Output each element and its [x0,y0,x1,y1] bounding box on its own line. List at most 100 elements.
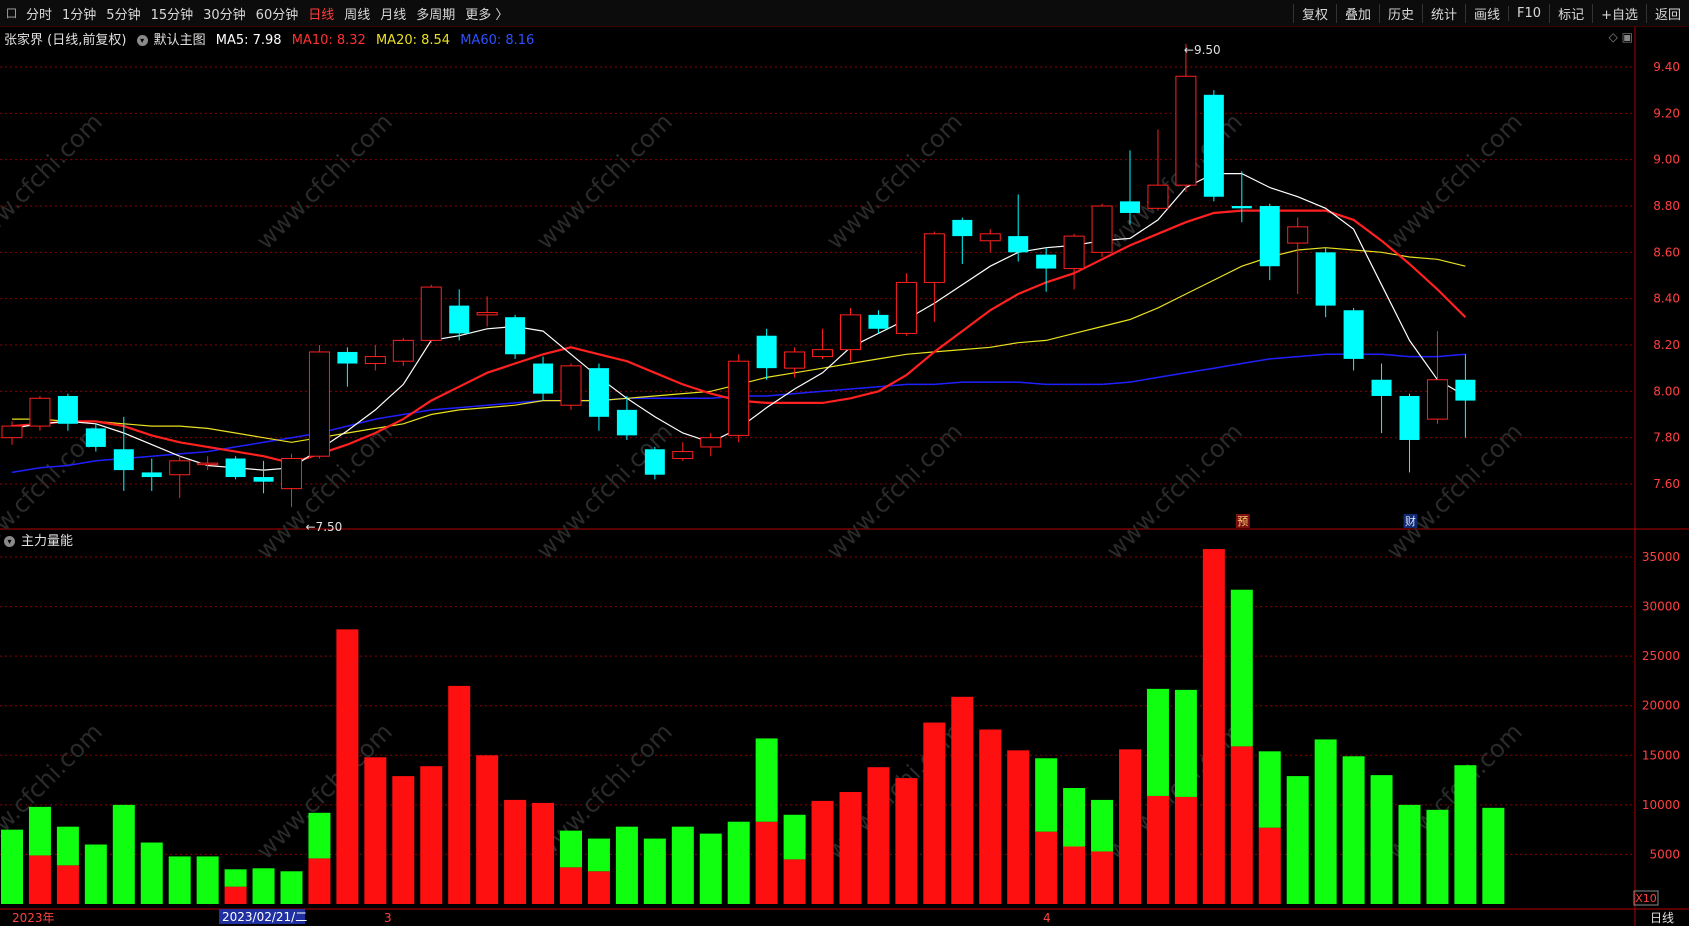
volume-bar-37 [1035,758,1058,904]
volume-bar-44 [1230,589,1253,904]
candle-body-27 [756,335,777,369]
volume-green-28 [783,814,806,860]
volume-tick-6: 35000 [1642,550,1680,564]
tool-button-3[interactable]: 统计 [1422,3,1465,23]
volume-bar-20 [560,830,582,904]
candle-body-25 [700,437,722,448]
price-tick-6: 8.80 [1653,199,1680,213]
candle-14 [392,338,414,366]
tool-button-8[interactable]: 返回 [1645,3,1689,23]
volume-bar-41 [1146,688,1169,904]
period-tab-9[interactable]: 多周期 [411,4,460,23]
candle-body-45 [1259,206,1280,267]
candle-38 [1063,233,1085,290]
candle-body-19 [533,363,554,394]
period-toolbar: ⼞ 分时 1分钟 5分钟 15分钟 30分钟 60分钟 日线 周线 月线 多周期 更多 〉 复权 叠加… [0,0,1689,27]
volume-green-1 [28,806,51,856]
volume-tick-4: 25000 [1642,649,1680,663]
volume-red-41 [1146,795,1169,904]
tool-button-1[interactable]: 叠加 [1335,3,1379,23]
volume-red-38 [1063,846,1086,904]
candle-body-35 [979,233,1001,242]
candle-29 [812,328,834,359]
volume-green-25 [699,833,722,904]
tool-button-2[interactable]: 历史 [1378,3,1422,23]
candle-17 [476,296,498,327]
candle-body-33 [923,233,945,283]
period-tab-3[interactable]: 15分钟 [146,4,199,23]
candle-35 [979,229,1001,253]
tool-button-4[interactable]: 画线 [1465,3,1508,23]
candle-body-18 [505,317,526,355]
back-arrow-icon[interactable]: ⼞ [0,5,21,21]
volume-green-42 [1174,689,1197,797]
volume-bar-9 [252,868,275,904]
watermark-text-2: www.cfchi.com [531,108,678,255]
period-label: 日线 [1650,911,1674,925]
candle-27 [756,328,777,380]
volume-red-12 [336,629,359,904]
period-tab-4[interactable]: 30分钟 [198,4,251,23]
volume-red-45 [1258,827,1281,904]
volume-red-28 [783,859,806,904]
candle-47 [1315,247,1336,318]
candle-39 [1091,203,1113,257]
tool-button-0[interactable]: 复权 [1292,3,1336,23]
candle-body-20 [560,365,582,406]
period-tab-5[interactable]: 60分钟 [251,4,304,23]
volume-green-41 [1146,688,1169,796]
volume-green-46 [1286,776,1309,904]
watermark-text-9: www.cfchi.com [821,418,968,565]
volume-red-37 [1035,831,1058,904]
volume-red-31 [867,767,890,904]
volume-green-50 [1398,804,1421,904]
candle-body-24 [672,451,694,460]
volume-red-14 [392,776,415,904]
tool-button-5[interactable]: F10 [1508,5,1549,21]
volume-tick-2: 15000 [1642,748,1680,762]
period-tab-1[interactable]: 1分钟 [57,4,101,23]
period-tab-2[interactable]: 5分钟 [101,4,145,23]
tool-button-7[interactable]: +自选 [1592,3,1646,23]
volume-red-42 [1174,796,1197,904]
volume-bar-0 [1,829,23,904]
period-tab-0[interactable]: 分时 [21,4,57,23]
volume-red-13 [364,757,387,904]
volume-red-27 [755,821,778,904]
volume-red-32 [895,778,918,904]
volume-red-1 [28,855,51,904]
kline-chart[interactable]: www.cfchi.com www.cfchi.com www.cfchi.com w… [0,27,1689,926]
x10-label: X10 [1635,892,1657,905]
candle-15 [420,284,442,343]
candle-12 [337,347,358,387]
volume-green-3 [84,844,107,904]
candle-19 [533,356,554,401]
tool-button-6[interactable]: 标记 [1549,3,1592,23]
period-tab-10[interactable]: 更多 〉 [460,4,513,23]
volume-green-23 [643,838,666,904]
volume-red-20 [560,867,582,904]
candle-body-1 [29,397,51,427]
volume-green-47 [1314,739,1337,904]
price-tick-5: 8.60 [1653,245,1680,259]
period-tab-8[interactable]: 月线 [375,4,411,23]
candle-48 [1343,307,1364,371]
volume-red-35 [979,729,1002,904]
year-label: 2023年 [12,911,55,925]
finance-marker: 财 [1405,514,1416,528]
price-tick-2: 8.00 [1653,384,1680,398]
volume-bar-26 [727,821,750,904]
volume-green-8 [224,869,247,887]
period-tab-7[interactable]: 周线 [339,4,375,23]
period-tab-6[interactable]: 日线 [303,4,339,23]
candle-body-5 [141,472,162,478]
volume-red-33 [923,722,946,904]
candle-50 [1399,393,1420,473]
volume-bar-27 [755,738,778,904]
candle-body-0 [1,425,23,439]
volume-red-36 [1007,750,1030,904]
candle-36 [1008,194,1029,262]
candle-33 [923,231,945,322]
volume-bar-31 [867,767,890,904]
volume-bar-17 [476,755,499,904]
